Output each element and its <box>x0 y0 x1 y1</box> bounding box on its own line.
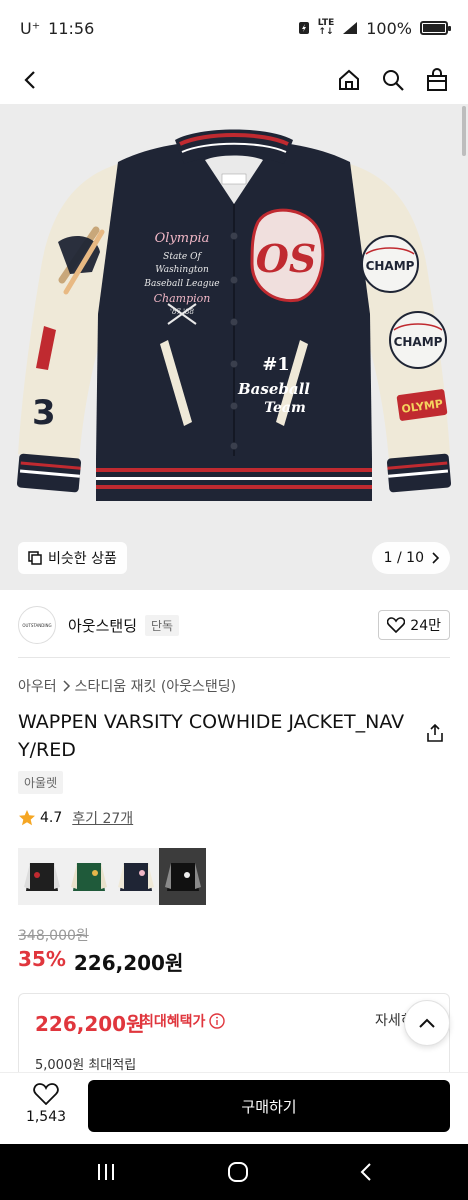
star-icon <box>19 810 35 826</box>
chevron-right-icon <box>432 552 440 564</box>
color-options <box>18 848 206 905</box>
home-circle-icon[interactable] <box>227 1161 249 1183</box>
recent-apps-icon[interactable] <box>95 1163 117 1181</box>
brand-row: OUTSTANDING 아웃스탠딩 단독 24만 <box>0 604 468 646</box>
signal-icon <box>343 22 358 34</box>
brand-logo[interactable]: OUTSTANDING <box>18 606 56 644</box>
copy-icon <box>28 551 42 565</box>
champ-badge-1: CHAMP <box>361 235 419 293</box>
brand-logo-text: OUTSTANDING <box>22 622 52 628</box>
original-price: 348,000원 <box>18 928 89 944</box>
svg-text:OS: OS <box>256 236 317 281</box>
patch-champion: Champion <box>154 292 211 305</box>
product-title: WAPPEN VARSITY COWHIDE JACKET_NAVY/RED <box>18 711 405 761</box>
exclusive-badge: 단독 <box>145 614 180 636</box>
patch-number: #1 <box>262 354 290 375</box>
champ-badge-2: CHAMP <box>389 311 447 369</box>
data-saver-icon <box>298 22 309 34</box>
patch-washington: Washington <box>155 265 209 275</box>
svg-text:CHAMP: CHAMP <box>366 259 415 273</box>
patch-state: State Of <box>163 252 202 262</box>
color-option-navy-cream[interactable] <box>112 848 159 905</box>
chevron-right-icon <box>63 680 70 692</box>
buy-button[interactable]: 구매하기 <box>88 1080 450 1132</box>
color-option-green[interactable] <box>65 848 112 905</box>
battery-icon <box>420 21 451 35</box>
image-pager[interactable]: 1 / 10 <box>371 542 450 574</box>
color-option-black-grey[interactable] <box>159 848 206 905</box>
price-row: 35% 226,200원 <box>18 947 183 976</box>
share-icon[interactable] <box>426 723 444 746</box>
rating-value: 4.7 <box>40 810 63 826</box>
jacket-illustration: Olympia State Of Washington Baseball Lea… <box>16 129 452 501</box>
scroll-indicator[interactable] <box>462 106 466 156</box>
max-reward-text: 5,000원 최대적립 <box>35 1058 137 1073</box>
patch-team-2: Team <box>264 400 306 416</box>
discount-rate: 35% <box>18 947 66 971</box>
network-indicator: LTE ↑↓ <box>318 19 335 37</box>
review-link[interactable]: 후기 27개 <box>72 808 133 828</box>
sale-price: 226,200원 <box>73 951 184 975</box>
patch-team-1: Baseball <box>237 380 310 398</box>
status-bar: U⁺ 11:56 LTE ↑↓ 100% <box>0 0 468 56</box>
brand-like-count: 24만 <box>410 618 441 634</box>
info-icon[interactable] <box>209 1013 226 1029</box>
patch-league: Baseball League <box>143 279 219 289</box>
page-indicator: 1 / 10 <box>383 550 424 566</box>
max-benefit-price: 226,200원 <box>35 1012 145 1036</box>
similar-items-button[interactable]: 비슷한 상품 <box>18 542 127 574</box>
home-icon[interactable] <box>336 67 362 93</box>
left-cuff <box>16 453 82 493</box>
product-like-button[interactable]: 1,543 <box>18 1083 74 1125</box>
rating-row: 4.7 후기 27개 <box>18 808 133 828</box>
similar-items-label: 비슷한 상품 <box>48 551 117 567</box>
right-cuff <box>386 453 452 493</box>
carrier-label: U⁺ <box>20 18 41 38</box>
breadcrumb-category[interactable]: 아우터 <box>18 676 57 696</box>
back-arrow-icon[interactable] <box>18 67 44 93</box>
color-option-black-white[interactable] <box>18 848 65 905</box>
purchase-bar: 1,543 구매하기 <box>0 1072 468 1144</box>
product-like-count: 1,543 <box>25 1109 67 1125</box>
max-benefit-label: 최대혜택가 <box>141 1011 226 1031</box>
brand-like-button[interactable]: 24만 <box>378 610 450 640</box>
svg-text:CHAMP: CHAMP <box>394 335 443 349</box>
system-nav-bar <box>0 1144 468 1200</box>
battery-level <box>423 24 445 32</box>
outlet-tag: 아울렛 <box>18 771 64 794</box>
svg-text:3: 3 <box>32 393 56 433</box>
heart-outline-icon <box>33 1083 59 1106</box>
breadcrumb-subcategory[interactable]: 스타디움 재킷 (아웃스탠딩) <box>75 676 237 696</box>
patch-years: '87 '88 <box>170 308 194 316</box>
scroll-to-top-button[interactable] <box>404 1000 450 1046</box>
clock: 11:56 <box>48 18 95 38</box>
network-arrows: ↑↓ <box>318 27 334 37</box>
chest-logo-patch: OS <box>250 208 325 303</box>
waistband <box>96 459 372 501</box>
patch-olympia: Olympia <box>155 231 210 246</box>
battery-percent: 100% <box>366 18 412 38</box>
search-icon[interactable] <box>380 67 406 93</box>
system-back-icon[interactable] <box>359 1162 373 1182</box>
heart-outline-icon <box>387 617 406 633</box>
app-header <box>0 56 468 104</box>
breadcrumb: 아우터 스타디움 재킷 (아웃스탠딩) <box>18 676 236 696</box>
shopping-bag-icon[interactable] <box>424 67 450 93</box>
product-image[interactable]: Olympia State Of Washington Baseball Lea… <box>0 104 468 590</box>
divider <box>18 657 450 658</box>
brand-name[interactable]: 아웃스탠딩 <box>68 615 137 636</box>
max-benefit-label-text: 최대혜택가 <box>141 1014 206 1030</box>
chevron-up-icon <box>419 1018 435 1028</box>
